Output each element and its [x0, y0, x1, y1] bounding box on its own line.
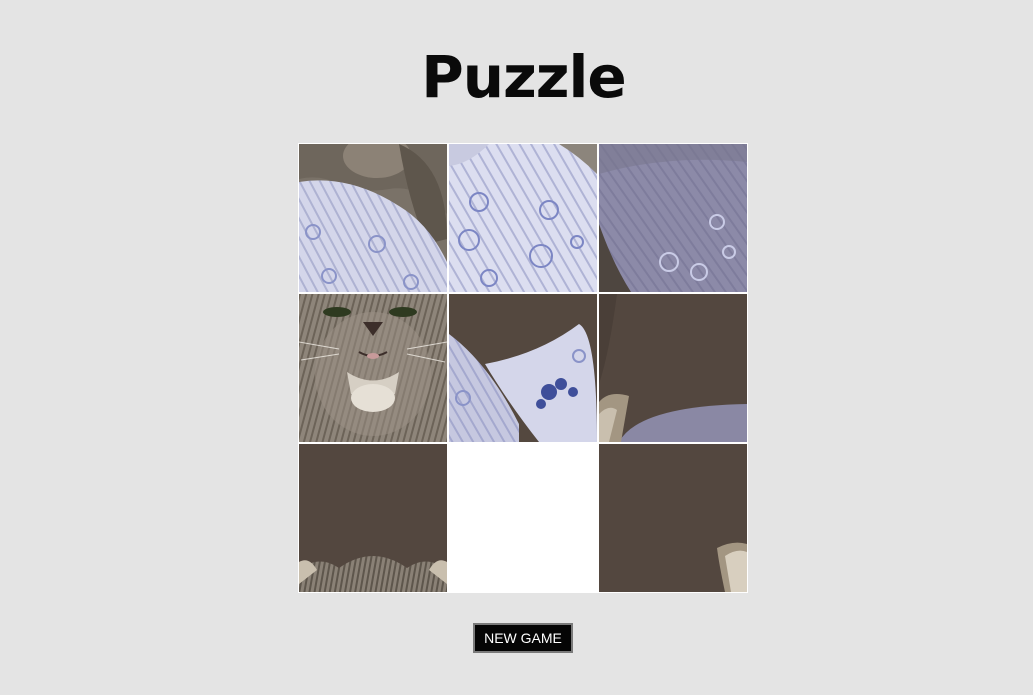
page-title: Puzzle: [421, 43, 627, 111]
tile-image: [599, 444, 747, 592]
tile-image: [299, 294, 447, 442]
puzzle-tile[interactable]: [299, 444, 447, 592]
tile-image: [599, 294, 747, 442]
puzzle-tile[interactable]: [449, 294, 597, 442]
puzzle-tile[interactable]: [599, 444, 747, 592]
puzzle-tile[interactable]: [299, 144, 447, 292]
tile-image: [449, 294, 597, 442]
puzzle-tile[interactable]: [599, 144, 747, 292]
tile-image: [449, 144, 597, 292]
puzzle-tile[interactable]: [299, 294, 447, 442]
new-game-button[interactable]: NEW GAME: [473, 623, 573, 653]
puzzle-page: Puzzle NEW GAME: [0, 0, 1033, 695]
tile-image: [599, 144, 747, 292]
puzzle-tile[interactable]: [599, 294, 747, 442]
puzzle-board: [298, 143, 748, 593]
puzzle-tile[interactable]: [449, 144, 597, 292]
tile-image: [299, 144, 447, 292]
tile-image: [299, 444, 447, 592]
empty-slot: [449, 444, 597, 592]
